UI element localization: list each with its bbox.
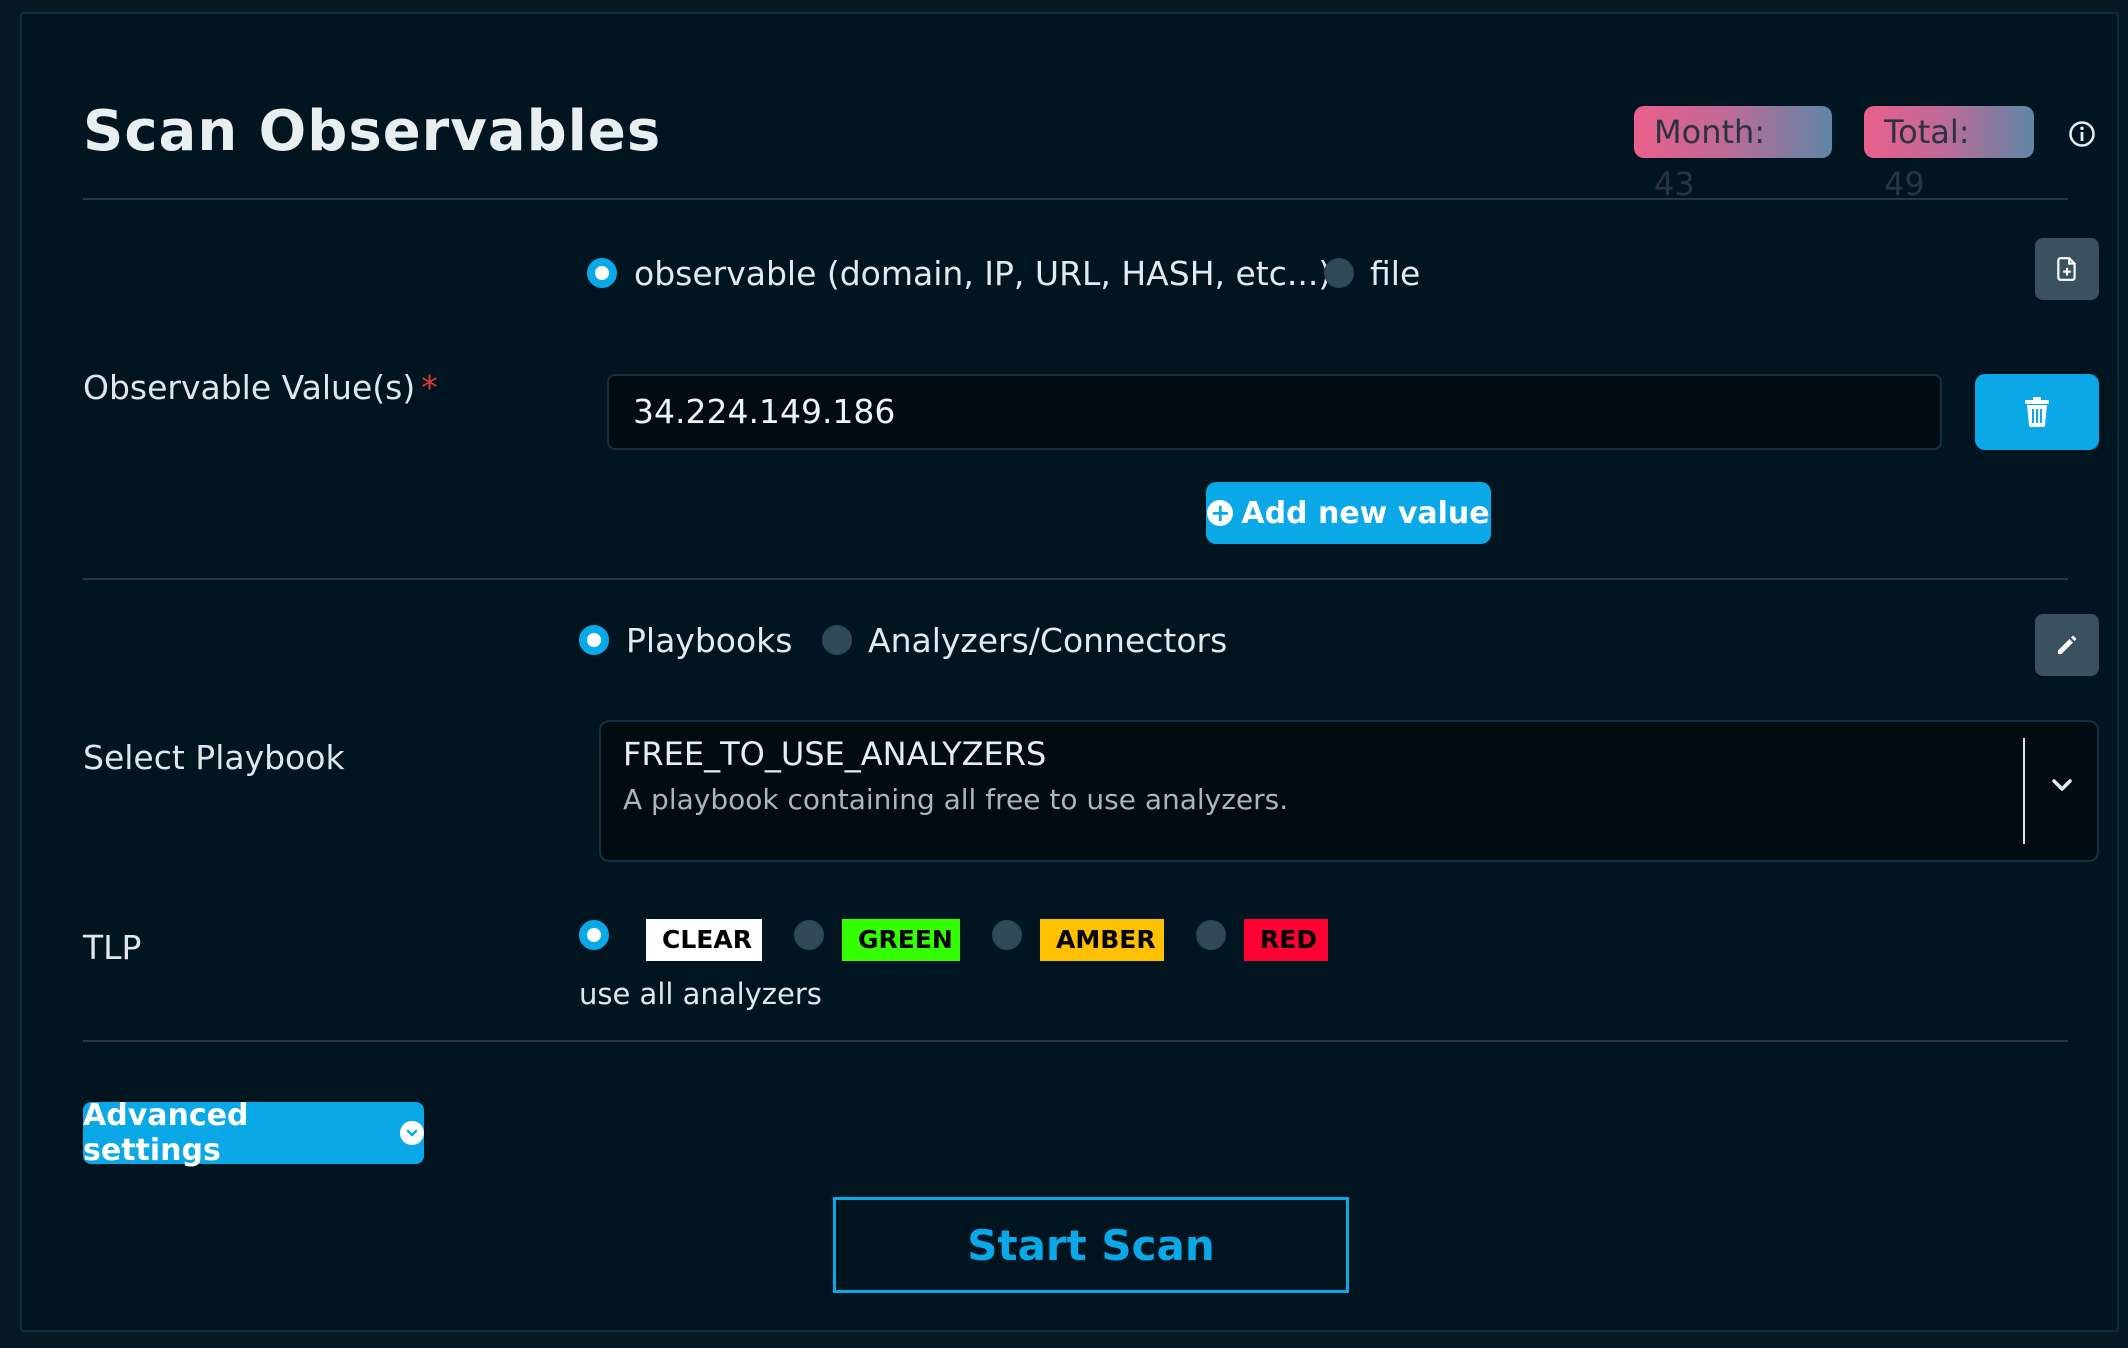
radio-observable[interactable] [587, 258, 617, 288]
advanced-settings-button[interactable]: Advanced settings [83, 1098, 424, 1168]
tlp-green-tag[interactable]: GREEN [842, 919, 960, 961]
trash-icon [2025, 397, 2049, 427]
plus-circle-icon: + [1207, 500, 1234, 526]
load-file-button[interactable] [2035, 238, 2099, 300]
start-scan-button[interactable]: Start Scan [833, 1197, 1349, 1293]
add-new-value-label: Add new value [1241, 495, 1490, 531]
observable-value-input[interactable]: 34.224.149.186 [607, 374, 1942, 450]
radio-file[interactable] [1324, 258, 1354, 288]
tlp-clear-tag[interactable]: CLEAR [646, 919, 762, 961]
total-count-badge: Total: 49 [1864, 106, 2034, 203]
pencil-icon [2058, 635, 2077, 654]
select-separator [2023, 738, 2025, 844]
radio-playbooks[interactable] [579, 625, 609, 655]
radio-playbooks-label[interactable]: Playbooks [626, 621, 792, 661]
info-circle-icon[interactable] [2068, 120, 2096, 148]
month-count-badge: Month: 43 [1634, 106, 1832, 203]
tlp-red-tag[interactable]: RED [1244, 919, 1328, 961]
chevron-down-circle-icon [400, 1121, 424, 1145]
edit-playbook-button[interactable] [2035, 614, 2099, 676]
radio-tlp-amber[interactable] [992, 920, 1022, 950]
observable-divider [83, 578, 2068, 580]
tlp-hint: use all analyzers [579, 977, 822, 1011]
selected-playbook-name: FREE_TO_USE_ANALYZERS [623, 735, 1047, 773]
observable-value-label: Observable Value(s) * [83, 368, 438, 407]
file-plus-icon [2057, 257, 2076, 281]
radio-analyzers-label[interactable]: Analyzers/Connectors [868, 621, 1227, 661]
playbook-select[interactable]: FREE_TO_USE_ANALYZERS A playbook contain… [599, 720, 2099, 862]
tlp-divider [83, 1040, 2068, 1042]
radio-analyzers[interactable] [822, 625, 852, 655]
tlp-label: TLP [83, 928, 142, 967]
tlp-amber-tag[interactable]: AMBER [1040, 919, 1164, 961]
radio-tlp-green[interactable] [794, 920, 824, 950]
selected-playbook-description: A playbook containing all free to use an… [623, 783, 1289, 816]
radio-observable-label[interactable]: observable (domain, IP, URL, HASH, etc..… [634, 254, 1331, 294]
page-title: Scan Observables [83, 99, 662, 164]
select-playbook-label: Select Playbook [83, 738, 345, 777]
advanced-settings-label: Advanced settings [83, 1098, 249, 1168]
radio-file-label[interactable]: file [1370, 254, 1420, 294]
radio-tlp-clear[interactable] [579, 920, 609, 950]
header-divider [83, 198, 2068, 200]
radio-tlp-red[interactable] [1196, 920, 1226, 950]
add-new-value-button[interactable]: + Add new value [1206, 482, 1491, 544]
delete-value-button[interactable] [1975, 374, 2099, 450]
scan-observables-panel: Scan Observables Month: 43 Total: 49 obs… [20, 12, 2119, 1332]
chevron-down-icon[interactable] [2047, 770, 2077, 800]
